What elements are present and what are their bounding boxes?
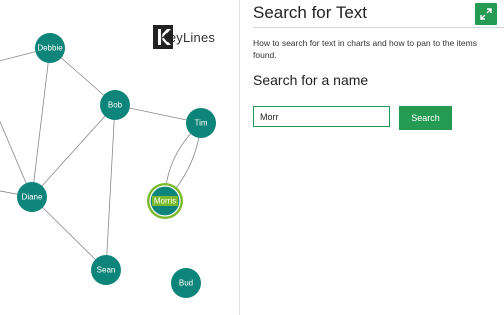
title-divider [253,27,504,28]
chart-canvas[interactable]: Debbie Bob Tim Diane Morris Sean Bud KeyLines [0,0,240,315]
graph-edge-diane-sean [31,196,107,271]
graph-node-sean[interactable]: Sean [91,255,121,285]
keylines-logo: KeyLines [153,25,215,49]
node-label: Debbie [37,44,63,53]
expand-icon [480,8,492,20]
expand-button[interactable] [475,3,497,25]
keylines-logo-icon [153,25,173,49]
graph-node-bob[interactable]: Bob [100,90,130,120]
node-label: Bob [108,101,123,110]
graph-edge-bob-sean [105,104,116,271]
node-label: Bud [179,279,193,288]
node-label: Diane [22,193,43,202]
graph-node-debbie[interactable]: Debbie [35,33,65,63]
graph-node-morris[interactable]: Morris [147,183,183,219]
node-label: Tim [194,119,207,128]
graph-edge-debbie-diane [31,47,51,198]
graph-node-diane[interactable]: Diane [17,182,47,212]
panel-title: Search for Text [253,3,368,22]
panel-description: How to search for text in charts and how… [253,38,477,60]
node-label: Morris [154,197,176,206]
node-label: Sean [97,266,116,275]
search-button[interactable]: Search [399,106,452,130]
section-title: Search for a name [253,72,369,88]
side-panel: Search for Text How to search for text i… [240,0,504,315]
graph-node-tim[interactable]: Tim [186,108,216,138]
name-search-input[interactable] [253,106,390,127]
graph-edge-bob-diane [31,104,116,198]
graph-node-bud[interactable]: Bud [171,268,201,298]
